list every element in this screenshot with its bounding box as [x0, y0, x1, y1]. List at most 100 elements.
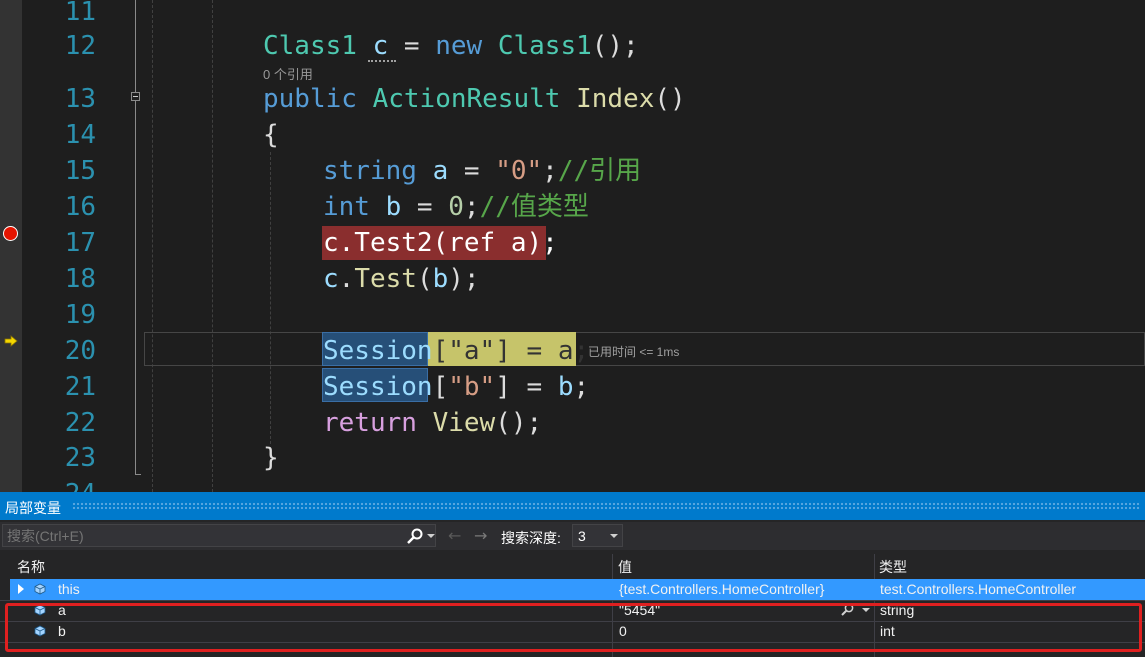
search-depth-select[interactable]: 3 — [572, 524, 623, 547]
locals-grid-header: 名称 值 类型 — [0, 554, 1145, 576]
keyword-token: return — [323, 408, 417, 438]
line-number: 16 — [64, 192, 96, 222]
statement-tail: ] = a; — [495, 336, 590, 366]
punctuation-token: ; — [463, 192, 480, 222]
breakpoint-icon[interactable] — [3, 226, 18, 241]
search-icon[interactable] — [405, 528, 425, 545]
indent-guide — [270, 152, 271, 444]
expand-arrow-icon[interactable] — [18, 584, 24, 594]
punctuation-token: ; — [542, 156, 558, 186]
method-token: Test — [354, 264, 417, 294]
operator-token: = — [401, 192, 449, 222]
line-number: 15 — [64, 156, 96, 186]
punctuation-token: ; — [573, 372, 590, 402]
outline-end — [135, 474, 141, 475]
code-line-14[interactable]: { — [263, 117, 279, 153]
punctuation-token: (); — [495, 408, 543, 438]
punctuation-token: [ — [432, 372, 449, 402]
line-number: 19 — [64, 300, 96, 330]
type-token: ActionResult — [372, 84, 561, 114]
property-token: Session — [323, 372, 433, 402]
table-row[interactable]: this {test.Controllers.HomeController} t… — [10, 579, 1145, 600]
column-header-name[interactable]: 名称 — [17, 557, 45, 577]
punctuation-token: . — [338, 264, 355, 294]
indent-guide — [212, 0, 213, 492]
variable-token: b — [557, 372, 574, 402]
property-token: Session — [323, 336, 433, 366]
locals-title-bar[interactable]: 局部变量 — [0, 492, 1145, 520]
search-box[interactable] — [2, 524, 436, 547]
variable-token: c — [372, 31, 389, 61]
glyph-margin[interactable] — [0, 0, 22, 492]
line-number: 22 — [64, 408, 96, 438]
punctuation-token: ( — [416, 264, 433, 294]
code-editor[interactable]: 11 12 13 14 15 16 17 18 19 20 21 22 23 2… — [0, 0, 1145, 492]
locals-toolbar: ← → 搜索深度: 3 — [0, 522, 1145, 550]
annotation-highlight-box — [5, 603, 1142, 652]
punctuation-token: ); — [448, 264, 480, 294]
punctuation-token: () — [654, 84, 686, 114]
variable-token: c — [323, 264, 339, 294]
line-number: 24 — [30, 476, 96, 492]
collapse-toggle-icon[interactable] — [131, 92, 140, 101]
code-line-16[interactable]: int b = 0;//值类型 — [323, 189, 589, 225]
keyword-token: public — [263, 84, 357, 114]
type-token: Class1 — [497, 31, 592, 61]
keyword-token: string — [323, 156, 417, 186]
method-token: View — [432, 408, 496, 438]
comment-token: //值类型 — [479, 192, 589, 222]
code-line-13[interactable]: public ActionResult Index() — [263, 81, 686, 117]
line-number: 14 — [64, 120, 96, 150]
search-back-icon[interactable]: ← — [448, 526, 461, 545]
search-forward-icon[interactable]: → — [474, 526, 487, 545]
variable-token: a — [432, 156, 449, 186]
code-line-22[interactable]: return View(); — [323, 405, 542, 441]
code-line-21[interactable]: Session["b"] = b; — [323, 369, 589, 405]
keyword-token: int — [323, 192, 370, 222]
variable-token: b — [385, 192, 402, 222]
operator-token: = — [388, 31, 436, 61]
punctuation-token: [ — [432, 336, 449, 366]
suggestion-dots[interactable] — [368, 60, 396, 62]
punctuation-token: (); — [591, 31, 639, 61]
code-line-18[interactable]: c.Test(b); — [323, 261, 480, 297]
code-line-15[interactable]: string a = "0";//引用 — [323, 153, 641, 189]
string-literal: "a" — [448, 336, 496, 366]
outline-line — [135, 101, 136, 475]
line-number: 17 — [64, 228, 96, 258]
comment-token: //引用 — [557, 156, 642, 186]
keyword-token: new — [435, 31, 483, 61]
search-dropdown-icon[interactable] — [427, 534, 435, 538]
outline-line — [135, 0, 136, 92]
brace-token: } — [263, 443, 279, 473]
string-literal: "0" — [495, 156, 543, 186]
line-number: 11 — [64, 0, 96, 27]
line-number: 13 — [64, 84, 96, 114]
string-literal: "b" — [448, 372, 496, 402]
search-input[interactable] — [7, 526, 387, 545]
perf-tip[interactable]: 已用时间 <= 1ms — [588, 343, 679, 360]
line-number: 12 — [64, 31, 96, 61]
code-line-20[interactable]: Session["a"] = a; — [323, 333, 589, 369]
operator-token: = — [510, 372, 558, 402]
brace-token: { — [263, 120, 279, 150]
column-header-type[interactable]: 类型 — [879, 557, 907, 577]
line-number: 20 — [64, 336, 96, 366]
row-value[interactable]: {test.Controllers.HomeController} — [619, 581, 824, 597]
variable-token: b — [432, 264, 449, 294]
number-literal: 0 — [448, 192, 464, 222]
column-header-value[interactable]: 值 — [618, 557, 632, 577]
line-number: 18 — [64, 264, 96, 294]
locals-window: 局部变量 ← → 搜索深度: 3 名称 值 类型 this {te — [0, 492, 1145, 657]
breakpoint-statement: c.Test2(ref a); — [323, 228, 558, 258]
current-statement-arrow-icon — [4, 335, 18, 347]
code-line-17[interactable]: c.Test2(ref a); — [323, 225, 558, 261]
indent-guide — [152, 0, 153, 492]
punctuation-token: ] — [495, 372, 511, 402]
search-depth-value: 3 — [578, 528, 586, 544]
code-line-12[interactable]: Class1 c = new Class1(); — [263, 28, 639, 64]
line-number: 23 — [64, 443, 96, 473]
code-line-23[interactable]: } — [263, 440, 279, 476]
line-number: 21 — [64, 372, 96, 402]
chevron-down-icon[interactable] — [610, 534, 618, 538]
